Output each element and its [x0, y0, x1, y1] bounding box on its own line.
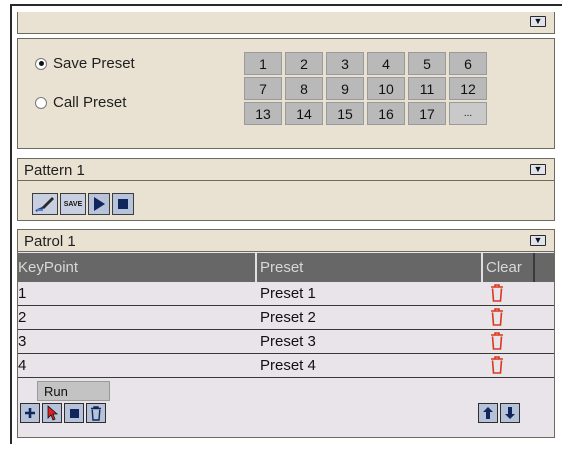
patrol-title-bar[interactable]: Patrol 1 ▼: [18, 230, 554, 252]
column-divider: [255, 253, 257, 282]
preset-cell: Preset 2: [260, 309, 316, 326]
edit-icon: [35, 197, 54, 212]
preset-number-button[interactable]: 11: [408, 77, 446, 100]
preset-number-button[interactable]: 10: [367, 77, 405, 100]
preset-number-button[interactable]: 7: [244, 77, 282, 100]
preset-number-button[interactable]: 3: [326, 52, 364, 75]
stop-icon: [69, 408, 79, 418]
arrow-down-icon: [505, 407, 515, 419]
save-preset-label: Save Preset: [53, 55, 135, 72]
trash-icon[interactable]: [490, 284, 504, 302]
patrol-title: Patrol 1: [24, 233, 76, 250]
play-icon: [94, 197, 105, 211]
trash-icon: [91, 405, 101, 421]
keypoint-column-header: KeyPoint: [18, 259, 79, 276]
call-preset-radio-button[interactable]: [35, 96, 47, 109]
patrol-table-body: 1 Preset 1 2 Preset 2 3 Preset 3 4 Prese…: [18, 282, 554, 378]
preset-cell: Preset 1: [260, 285, 316, 302]
more-presets-button[interactable]: ...: [449, 102, 487, 125]
chevron-down-icon[interactable]: ▼: [530, 164, 546, 175]
preset-cell: Preset 4: [260, 357, 316, 374]
trash-icon[interactable]: [490, 356, 504, 374]
patrol-panel: Patrol 1 ▼ KeyPoint Preset Clear 1 Prese…: [17, 229, 555, 438]
edit-pattern-button[interactable]: [32, 193, 58, 215]
column-divider: [481, 253, 483, 282]
preset-number-button[interactable]: 17: [408, 102, 446, 125]
preset-number-button[interactable]: 15: [326, 102, 364, 125]
call-preset-radio[interactable]: Call Preset: [35, 94, 126, 111]
preset-number-button[interactable]: 5: [408, 52, 446, 75]
trash-icon[interactable]: [490, 308, 504, 326]
move-down-button[interactable]: [500, 403, 520, 423]
keypoint-cell: 1: [18, 285, 27, 302]
top-dropdown-strip: ▼: [17, 12, 555, 34]
cursor-icon: [47, 405, 59, 421]
pattern-title: Pattern 1: [24, 162, 85, 179]
save-preset-radio[interactable]: Save Preset: [35, 55, 135, 72]
preset-panel: Save Preset Call Preset 1 2 3 4 5 6 7 8 …: [17, 38, 555, 149]
keypoint-cell: 3: [18, 333, 27, 350]
preset-number-grid: 1 2 3 4 5 6 7 8 9 10 11 12 13 14 15 16 1…: [244, 52, 487, 125]
preset-number-button[interactable]: 9: [326, 77, 364, 100]
table-row[interactable]: 4 Preset 4: [18, 354, 554, 378]
arrow-up-icon: [483, 407, 493, 419]
play-pattern-button[interactable]: [88, 193, 110, 215]
pattern-title-bar[interactable]: Pattern 1 ▼: [18, 159, 554, 181]
keypoint-cell: 4: [18, 357, 27, 374]
plus-icon: [25, 408, 35, 418]
preset-cell: Preset 3: [260, 333, 316, 350]
preset-number-button[interactable]: 8: [285, 77, 323, 100]
keypoint-cell: 2: [18, 309, 27, 326]
preset-number-button[interactable]: 16: [367, 102, 405, 125]
preset-number-button[interactable]: 2: [285, 52, 323, 75]
save-pattern-button[interactable]: SAVE: [60, 193, 86, 215]
delete-patrol-button[interactable]: [86, 403, 106, 423]
run-tooltip: Run: [37, 381, 110, 401]
preset-number-button[interactable]: 6: [449, 52, 487, 75]
call-preset-label: Call Preset: [53, 94, 127, 111]
run-patrol-button[interactable]: [42, 403, 62, 423]
patrol-table-header: KeyPoint Preset Clear: [18, 253, 554, 282]
stop-patrol-button[interactable]: [64, 403, 84, 423]
preset-number-button[interactable]: 1: [244, 52, 282, 75]
preset-column-header: Preset: [260, 259, 304, 276]
clear-column-header: Clear: [486, 259, 522, 276]
table-row[interactable]: 3 Preset 3: [18, 330, 554, 354]
stop-icon: [118, 199, 128, 209]
move-up-button[interactable]: [478, 403, 498, 423]
add-keypoint-button[interactable]: [20, 403, 40, 423]
pattern-panel: Pattern 1 ▼ SAVE: [17, 158, 555, 221]
preset-number-button[interactable]: 12: [449, 77, 487, 100]
table-row[interactable]: 2 Preset 2: [18, 306, 554, 330]
column-divider: [533, 253, 535, 282]
stop-pattern-button[interactable]: [112, 193, 134, 215]
table-row[interactable]: 1 Preset 1: [18, 282, 554, 306]
preset-number-button[interactable]: 13: [244, 102, 282, 125]
preset-number-button[interactable]: 14: [285, 102, 323, 125]
save-preset-radio-button[interactable]: [35, 57, 47, 70]
save-pattern-label: SAVE: [63, 200, 83, 208]
radio-selected-dot: [38, 61, 44, 66]
chevron-down-icon[interactable]: ▼: [530, 235, 546, 246]
preset-number-button[interactable]: 4: [367, 52, 405, 75]
chevron-down-icon[interactable]: ▼: [530, 16, 546, 27]
trash-icon[interactable]: [490, 332, 504, 350]
